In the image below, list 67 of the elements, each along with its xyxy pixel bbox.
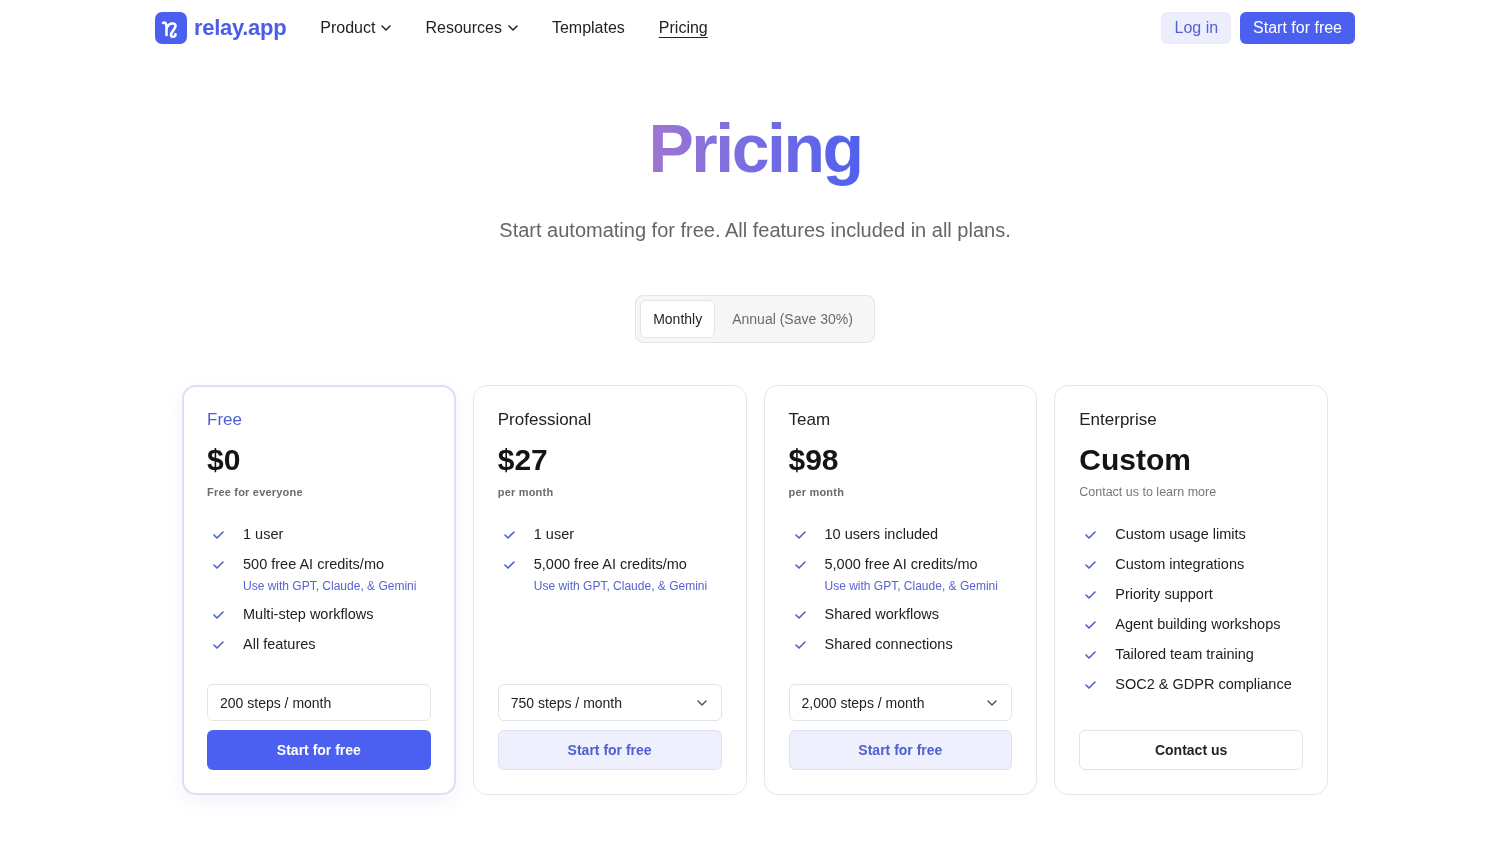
feature-note: Use with GPT, Claude, & Gemini xyxy=(533,578,708,594)
steps-dropdown[interactable]: 2,000 steps / month xyxy=(788,684,1013,721)
feature-text: 10 users included xyxy=(824,525,939,544)
chevron-down-icon xyxy=(696,699,707,706)
plan-name: Professional xyxy=(497,409,592,431)
plan-name: Enterprise xyxy=(1079,409,1157,431)
price-note: per month xyxy=(788,485,845,500)
plan-price: $27 xyxy=(497,442,548,478)
logo-link[interactable]: relay.app xyxy=(155,12,287,44)
check-icon xyxy=(213,641,224,649)
steps-field[interactable]: 200 steps / month xyxy=(207,684,431,721)
secondary-button[interactable]: Start for free xyxy=(788,730,1013,770)
plan-price: $0 xyxy=(207,442,241,478)
billing-tab[interactable]: Monthly xyxy=(640,300,716,338)
nav-link[interactable]: Pricing xyxy=(658,19,708,37)
primary-button[interactable]: Start for free xyxy=(1240,12,1355,44)
check-icon xyxy=(503,531,515,539)
feature-note: Use with GPT, Claude, & Gemini xyxy=(243,578,417,594)
price-note: per month xyxy=(497,485,554,500)
feature-text: Shared connections xyxy=(824,635,953,654)
check-icon xyxy=(794,531,806,539)
feature-text: 1 user xyxy=(243,525,284,544)
check-icon xyxy=(794,641,806,649)
plan-name: Free xyxy=(207,409,242,431)
feature-note: Use with GPT, Claude, & Gemini xyxy=(824,578,998,594)
logo-icon xyxy=(155,12,187,44)
check-icon xyxy=(213,531,224,539)
check-icon xyxy=(213,611,224,619)
feature-text: Agent building workshops xyxy=(1115,615,1281,634)
check-icon xyxy=(213,561,224,569)
feature-text: 5,000 free AI credits/mo xyxy=(533,555,688,574)
nav-link[interactable]: Resources xyxy=(425,19,518,37)
page-subtitle: Start automating for free. All features included in all plans. xyxy=(499,218,1011,243)
feature-text: Shared workflows xyxy=(824,605,939,624)
billing-tab[interactable]: Annual (Save 30%) xyxy=(715,300,870,338)
nav-link[interactable]: Templates xyxy=(551,19,625,37)
primary-button[interactable]: Start for free xyxy=(207,730,431,770)
feature-text: Custom integrations xyxy=(1115,555,1245,574)
price-note: Contact us to learn more xyxy=(1079,484,1217,500)
feature-text: 1 user xyxy=(533,525,575,544)
check-icon xyxy=(1085,531,1097,539)
chevron-down-icon xyxy=(987,699,998,706)
price-note: Free for everyone xyxy=(207,485,303,500)
plan-price: Custom xyxy=(1079,442,1191,478)
feature-text: All features xyxy=(243,635,316,654)
feature-text: 5,000 free AI credits/mo xyxy=(824,555,979,574)
feature-text: Priority support xyxy=(1115,585,1213,604)
check-icon xyxy=(1085,561,1097,569)
secondary-button[interactable]: Start for free xyxy=(497,730,722,770)
check-icon xyxy=(1085,681,1097,689)
plan-price: $98 xyxy=(788,442,839,478)
check-icon xyxy=(1085,591,1097,599)
secondary-button[interactable]: Log in xyxy=(1161,12,1232,44)
nav-link[interactable]: Product xyxy=(320,19,392,37)
check-icon xyxy=(794,611,806,619)
steps-dropdown[interactable]: 750 steps / month xyxy=(497,684,722,721)
feature-text: 500 free AI credits/mo xyxy=(243,555,386,574)
feature-text: SOC2 & GDPR compliance xyxy=(1115,675,1292,694)
feature-text: Multi-step workflows xyxy=(243,605,374,624)
check-icon xyxy=(1085,621,1097,629)
feature-text: Custom usage limits xyxy=(1115,525,1246,544)
outline-button[interactable]: Contact us xyxy=(1079,730,1303,770)
plan-name: Team xyxy=(788,409,831,431)
feature-text: Tailored team training xyxy=(1115,645,1254,664)
check-icon xyxy=(1085,651,1097,659)
check-icon xyxy=(794,561,806,569)
check-icon xyxy=(503,561,515,569)
